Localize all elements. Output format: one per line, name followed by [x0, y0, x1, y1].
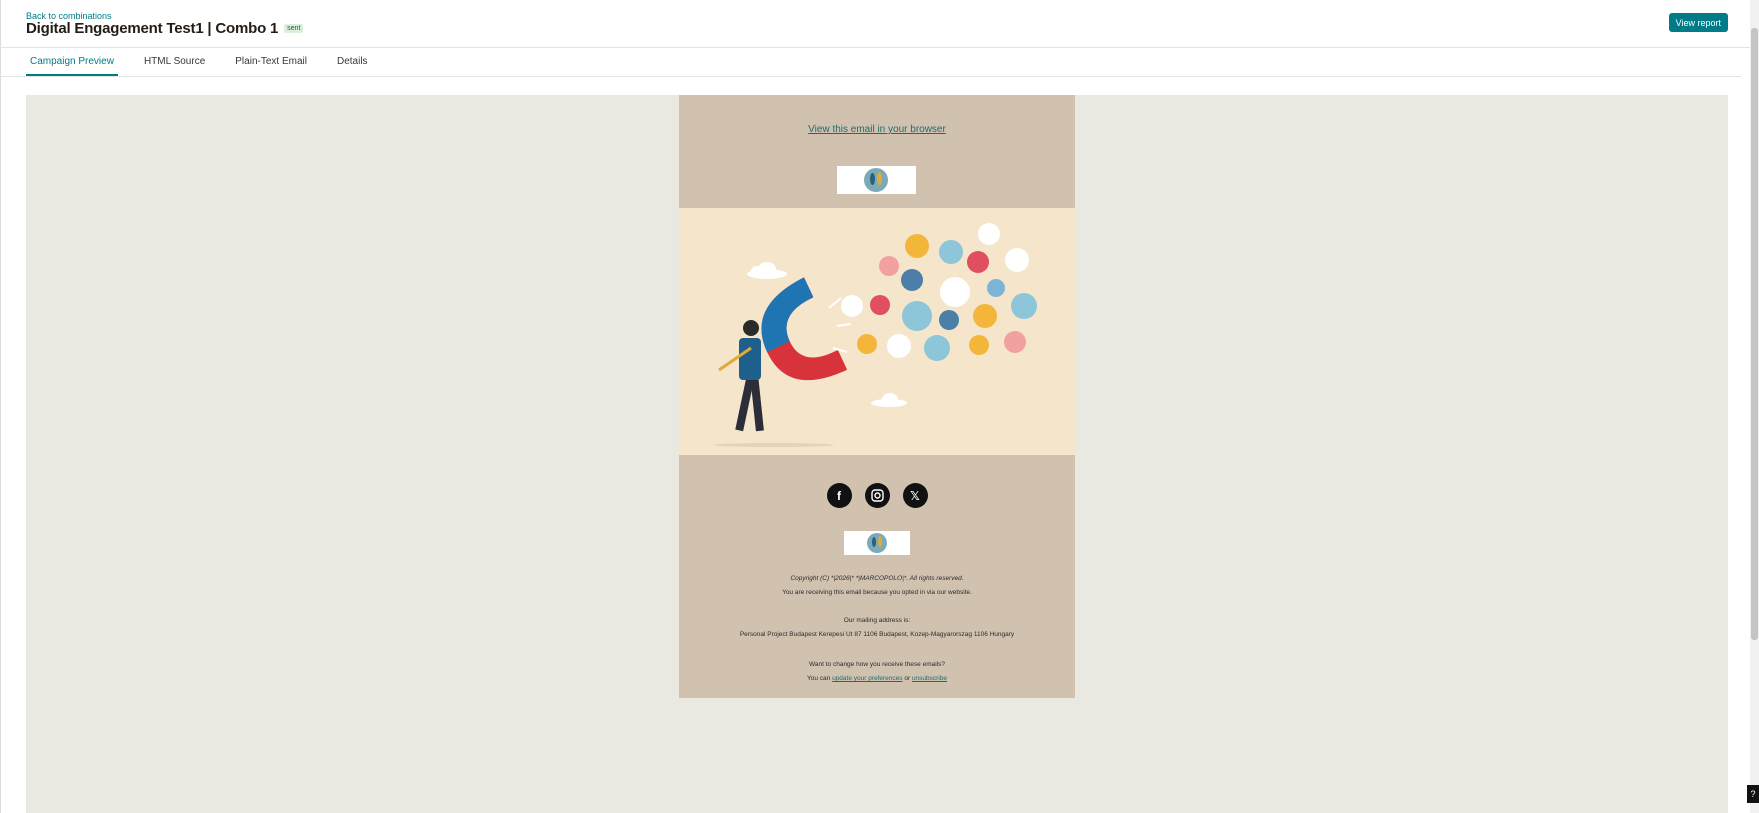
- hero-illustration: [679, 208, 1075, 455]
- copyright-text: Copyright (C) *|2026|* *|MARCOPOLO|*. Al…: [790, 575, 964, 582]
- status-badge: sent: [284, 24, 304, 33]
- view-in-browser-link[interactable]: View this email in your browser: [679, 124, 1075, 135]
- scrollbar-thumb[interactable]: [1751, 28, 1758, 640]
- you-can-text: You can: [806, 675, 831, 682]
- facebook-icon[interactable]: f: [826, 483, 852, 508]
- mailing-address-label: Our mailing address is:: [843, 617, 911, 624]
- change-preferences-question: Want to change how you receive these ema…: [809, 661, 945, 668]
- view-report-button[interactable]: View report: [1668, 13, 1728, 32]
- help-button[interactable]: ?: [1747, 785, 1759, 803]
- unsubscribe-link[interactable]: unsubscribe: [912, 675, 947, 682]
- tab-html-source[interactable]: HTML Source: [140, 48, 209, 76]
- email-preview: View this email in your browser f 𝕏 Copy…: [679, 95, 1075, 698]
- email-header: View this email in your browser: [679, 95, 1075, 208]
- tab-details[interactable]: Details: [333, 48, 372, 76]
- title-row: Digital Engagement Test1 | Combo 1 sent: [26, 20, 304, 37]
- page-title: Digital Engagement Test1 | Combo 1: [26, 20, 279, 37]
- or-text: or: [904, 675, 911, 682]
- tabs-divider: [0, 76, 1741, 77]
- tab-campaign-preview[interactable]: Campaign Preview: [26, 48, 118, 76]
- email-footer: f 𝕏 Copyright (C) *|2026|* *|MARCOPOLO|*…: [679, 455, 1075, 698]
- tab-plain-text-email[interactable]: Plain-Text Email: [231, 48, 311, 76]
- x-icon[interactable]: 𝕏: [902, 483, 928, 508]
- left-border: [0, 0, 1, 813]
- update-preferences-link[interactable]: update your preferences: [832, 675, 902, 682]
- page-scrollbar[interactable]: [1750, 0, 1759, 813]
- tab-bar: Campaign Preview HTML Source Plain-Text …: [26, 48, 394, 76]
- page: Back to combinations Digital Engagement …: [0, 0, 1759, 813]
- instagram-icon[interactable]: [864, 483, 890, 508]
- magnet-attracting-engagement-illustration: [714, 223, 1037, 447]
- mailing-address: Personal Project Budapest Kerepesi Ut 87…: [739, 631, 1015, 638]
- header-logo: [837, 166, 916, 194]
- preferences-line: You can update your preferences or unsub…: [679, 675, 1075, 682]
- opt-in-text: You are receiving this email because you…: [782, 589, 972, 596]
- social-links: f 𝕏: [679, 483, 1075, 508]
- footer-logo: [844, 531, 910, 555]
